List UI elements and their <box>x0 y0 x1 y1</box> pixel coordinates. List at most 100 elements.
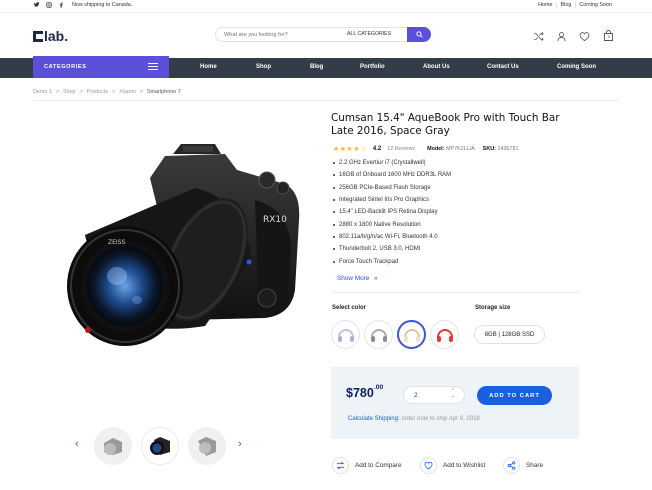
spec-item: Integrated Sintel Iris Pro Graphics <box>331 194 451 206</box>
breadcrumb-separator: > <box>139 89 143 95</box>
price-main: $780 <box>346 386 374 400</box>
product-price: $780.00 <box>346 384 384 400</box>
storage-option[interactable]: 8GB | 128GB SSD <box>474 325 545 344</box>
share-button[interactable]: Share <box>503 456 543 474</box>
sku-value: 1436781 <box>497 146 519 152</box>
breadcrumb: Demo 1 > Shop > Products > Xiaomi > Smar… <box>33 89 181 95</box>
add-to-compare-button[interactable]: Add to Compare <box>332 456 402 474</box>
quantity-value: 2 <box>414 392 418 399</box>
menu-icon <box>148 63 158 70</box>
facebook-icon[interactable] <box>58 2 64 10</box>
shipping-text: order now to ship Apr 9, 2018 <box>401 416 480 422</box>
nav-item-coming-soon[interactable]: Coming Soon <box>557 64 596 70</box>
promo-text: Now shipping to Canada. <box>72 2 133 8</box>
star-rating-icon: ★★★★☆ <box>333 146 367 153</box>
spec-list: 2.2 GHz Evertiur i7 (Crystallwell) 16GB … <box>331 157 451 268</box>
spec-item: 802.11a/b/g/n/ac Wi-Fi, Bluetooth 4.0 <box>331 231 451 243</box>
compare-label: Add to Compare <box>355 461 402 469</box>
compare-icon <box>332 456 349 474</box>
categories-button[interactable]: CATEGORIES <box>33 56 169 78</box>
thumbnail-prev-button[interactable]: ‹ <box>75 438 79 450</box>
thumbnail[interactable] <box>188 427 226 465</box>
wishlist-label: Add to Wishlist <box>443 461 486 469</box>
chevron-double-right-icon: » <box>374 275 378 282</box>
quantity-stepper[interactable]: 2 ⌃ ⌄ <box>403 386 465 404</box>
spec-item: 16GB of Onboard 1600 MHz DDR3L RAM <box>331 169 451 181</box>
reviews-link[interactable]: 12 Reviews <box>387 146 415 152</box>
search-input[interactable] <box>224 31 334 39</box>
instagram-icon[interactable] <box>46 2 52 10</box>
sku-info: SKU: 1436781 <box>483 146 519 152</box>
search-icon <box>415 31 423 38</box>
search-bar: ALL CATEGORIES <box>215 27 431 42</box>
color-swatch-red[interactable] <box>430 320 459 349</box>
breadcrumb-item[interactable]: Xiaomi <box>119 89 135 95</box>
color-swatch-white-selected[interactable] <box>397 320 426 349</box>
twitter-icon[interactable] <box>34 2 40 10</box>
divider <box>331 292 581 293</box>
breadcrumb-current: Smartphone 7 <box>146 89 181 95</box>
nav-item-shop[interactable]: Shop <box>256 64 271 70</box>
top-links: Home Blog Coming Soon <box>538 2 612 8</box>
spec-item: Force Touch Trackpad <box>331 255 451 267</box>
spec-item: 256GB PCIe-Based Flash Storage <box>331 182 451 194</box>
product-title: Cumsan 15.4" AqueBook Pro with Touch Bar… <box>331 112 560 137</box>
calculate-shipping-link[interactable]: Calculate Shipping: <box>348 416 400 422</box>
storage-size-label: Storage size <box>475 305 511 311</box>
breadcrumb-separator: > <box>55 89 60 95</box>
logo-mark-icon <box>33 30 43 42</box>
thumbnail-next-button[interactable]: › <box>238 438 242 450</box>
rating-score: 4.2 <box>372 146 382 152</box>
model-value: MP7K2LL/A <box>445 146 475 152</box>
color-swatch-gray[interactable] <box>364 320 393 349</box>
logo-text: lab. <box>44 28 69 44</box>
categories-label: CATEGORIES <box>44 64 87 70</box>
breadcrumb-separator: > <box>112 89 116 95</box>
user-icon[interactable] <box>556 29 568 42</box>
stepper-arrows-icon[interactable]: ⌃ ⌄ <box>451 389 455 399</box>
nav-item-home[interactable]: Home <box>200 64 217 70</box>
breadcrumb-item[interactable]: Demo 1 <box>33 89 52 95</box>
thumbnail-selected[interactable] <box>141 427 179 465</box>
breadcrumb-item[interactable]: Shop <box>63 89 76 95</box>
heart-icon[interactable] <box>579 29 591 42</box>
show-more-label: Show More <box>337 275 370 282</box>
cart-icon[interactable]: 0 <box>603 29 615 41</box>
select-color-label: Select color <box>332 305 367 311</box>
price-cents: .00 <box>373 384 384 391</box>
logo[interactable]: lab. <box>33 28 68 44</box>
sku-label: SKU: <box>482 146 496 152</box>
model-label: Model: <box>427 146 445 152</box>
search-button[interactable] <box>407 27 431 42</box>
product-rating: ★★★★☆ 4.2 12 Reviews Model: MP7K2LL/A SK… <box>333 145 518 153</box>
add-to-wishlist-button[interactable]: Add to Wishlist <box>420 456 485 474</box>
shuffle-icon[interactable] <box>533 29 545 41</box>
show-more-link[interactable]: Show More » <box>337 275 378 282</box>
divider <box>33 100 619 101</box>
spec-item: 2.2 GHz Evertiur i7 (Crystallwell) <box>331 157 451 169</box>
nav-item-contact-us[interactable]: Contact Us <box>487 64 519 70</box>
heart-icon <box>420 456 437 474</box>
spec-item: 2880 x 1800 Native Resolution <box>331 218 451 230</box>
shipping-info: Calculate Shipping: order now to ship Ap… <box>348 416 480 422</box>
spec-item: 15.4" LED-Backlit IPS Retina Display <box>331 206 451 218</box>
camera-brand-label: RX10 <box>263 215 287 225</box>
breadcrumb-item[interactable]: Products <box>87 89 108 95</box>
nav-item-blog[interactable]: Blog <box>310 64 323 70</box>
top-link-blog[interactable]: Blog <box>556 2 571 8</box>
cart-count-badge: 0 <box>608 34 611 39</box>
top-link-home[interactable]: Home <box>538 2 552 8</box>
breadcrumb-separator: > <box>79 89 83 95</box>
top-link-coming-soon[interactable]: Coming Soon <box>574 2 612 8</box>
color-swatch-purple[interactable] <box>331 320 360 349</box>
top-bar: Now shipping to Canada. Home Blog Coming… <box>0 0 652 11</box>
share-label: Share <box>526 461 544 469</box>
thumbnail[interactable] <box>94 427 132 465</box>
category-select[interactable]: ALL CATEGORIES <box>347 31 391 37</box>
share-icon <box>503 456 520 474</box>
product-image: RX10 ZEISS <box>67 144 300 346</box>
add-to-cart-button[interactable]: ADD TO CART <box>477 386 552 405</box>
nav-item-about-us[interactable]: About Us <box>423 64 450 70</box>
social-links <box>34 2 64 10</box>
nav-item-portfolio[interactable]: Portfolio <box>360 64 385 70</box>
